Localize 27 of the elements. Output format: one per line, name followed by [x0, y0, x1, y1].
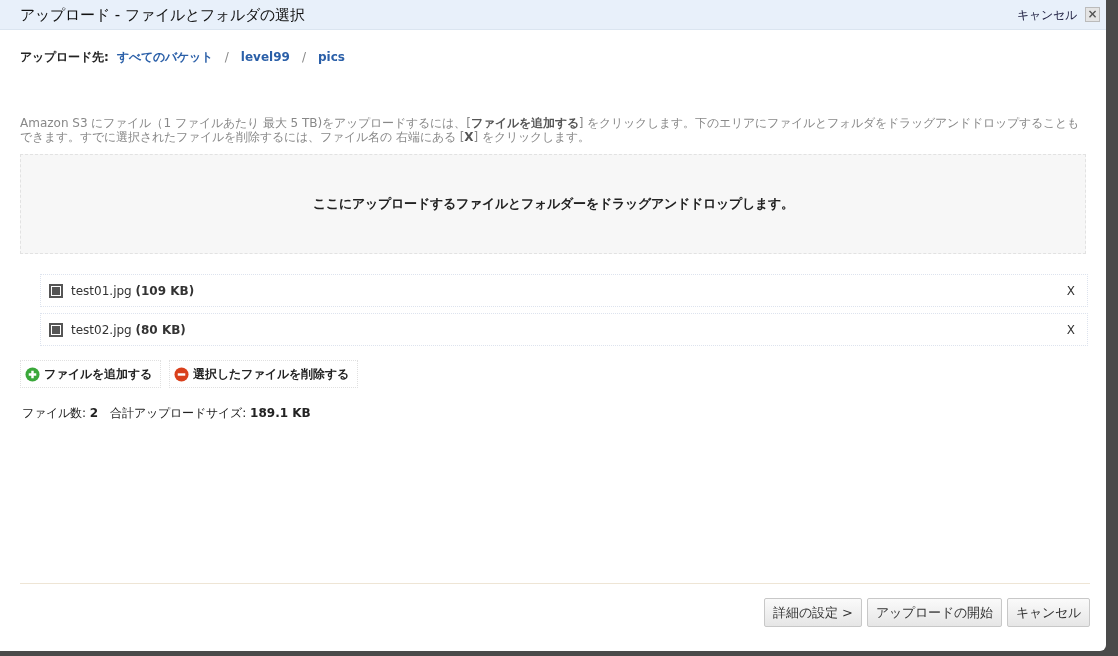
minus-circle-icon — [174, 366, 189, 382]
drop-zone-text: ここにアップロードするファイルとフォルダーをドラッグアンドドロップします。 — [312, 195, 794, 214]
add-files-button[interactable]: ファイルを追加する — [20, 360, 161, 388]
summary-text: 合計アップロードサイズ: 189.1 KB — [110, 405, 311, 422]
drop-zone[interactable]: ここにアップロードするファイルとフォルダーをドラッグアンドドロップします。 — [20, 154, 1086, 254]
path-separator: / — [301, 49, 306, 66]
remove-files-button[interactable]: 選択したファイルを削除する — [169, 360, 358, 388]
cancel-link[interactable]: キャンセル — [1017, 5, 1077, 24]
breadcrumb-link[interactable]: pics — [317, 48, 345, 66]
breadcrumb-link[interactable]: すべてのバケット — [116, 48, 213, 66]
file-name: test01.jpg (109 KB) — [71, 282, 196, 300]
summary-text: ファイル数: 2 — [22, 405, 99, 422]
close-icon[interactable]: × — [1085, 7, 1100, 22]
plus-circle-icon — [25, 366, 40, 382]
footer-button[interactable]: アップロードの開始 — [867, 597, 1002, 627]
footer-button[interactable]: キャンセル — [1007, 597, 1090, 627]
path-separator: / — [224, 49, 229, 66]
remove-file-link[interactable]: X — [1062, 281, 1079, 300]
remove-file-link[interactable]: X — [1062, 320, 1079, 339]
footer-button[interactable]: 詳細の設定 > — [763, 597, 862, 627]
image-file-icon — [49, 322, 63, 337]
file-name: test02.jpg (80 KB) — [71, 321, 187, 339]
window-title: アップロード - ファイルとフォルダの選択 — [20, 5, 305, 24]
destination-label: アップロード先: — [20, 49, 109, 66]
image-file-icon — [49, 283, 63, 298]
instructions-text: Amazon S3 にファイル（1 ファイルあたり 最大 5 TB)をアップロードするには、[ファイルを追加する] をクリックします。下のエリアにファイルとフォルダをドラッグアンドドロップすることもできます。すでに選択されたファイルを削除するには、ファイル名の 右端にある [X] をクリックします。 — [19, 116, 1081, 144]
breadcrumb-link[interactable]: level99 — [240, 48, 290, 66]
